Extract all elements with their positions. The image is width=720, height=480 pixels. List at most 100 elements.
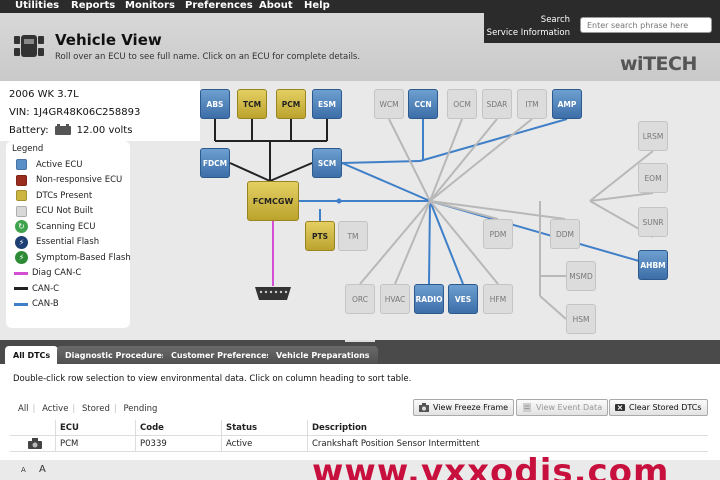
battery-value: 12.00 volts bbox=[76, 125, 133, 136]
tab-customer-preferences[interactable]: Customer Preferences bbox=[163, 346, 280, 364]
filter-separator: | bbox=[72, 404, 76, 414]
legend-item: CAN-C bbox=[12, 281, 124, 297]
ecu-eom[interactable]: EOM bbox=[638, 163, 668, 193]
ecu-abs[interactable]: ABS bbox=[200, 89, 230, 119]
ecu-fdcm[interactable]: FDCM bbox=[200, 148, 230, 178]
flash-icon: ⚡ bbox=[15, 251, 28, 265]
menu-utilities[interactable]: Utilities bbox=[15, 0, 59, 13]
menu-bar: Utilities Reports Monitors Preferences A… bbox=[0, 0, 720, 13]
ecu-hfm[interactable]: HFM bbox=[483, 284, 513, 314]
col-header-icon[interactable] bbox=[10, 420, 56, 435]
can-b-wire bbox=[428, 200, 431, 285]
menu-help[interactable]: Help bbox=[304, 0, 330, 13]
legend-item: CAN-B bbox=[12, 297, 124, 313]
can-b-wire bbox=[429, 200, 464, 285]
col-header-status[interactable]: Status bbox=[222, 420, 308, 435]
flash-icon: ⚡ bbox=[15, 235, 28, 249]
camera-icon bbox=[419, 403, 429, 412]
legend-item: DTCs Present bbox=[12, 188, 124, 204]
ecu-amp[interactable]: AMP bbox=[552, 89, 582, 119]
table-row[interactable]: PCM P0339 Active Crankshaft Position Sen… bbox=[10, 436, 708, 452]
ecu-sdar[interactable]: SDAR bbox=[482, 89, 512, 119]
legend-swatch bbox=[16, 205, 27, 217]
view-freeze-frame-button[interactable]: View Freeze Frame bbox=[413, 399, 515, 416]
col-header-ecu[interactable]: ECU bbox=[56, 420, 136, 435]
col-header-description[interactable]: Description bbox=[308, 420, 708, 435]
not-built-wire bbox=[359, 200, 431, 285]
ecu-sunr[interactable]: SUNR bbox=[638, 207, 668, 237]
menu-preferences[interactable]: Preferences bbox=[185, 0, 253, 13]
search-label: Search bbox=[540, 15, 570, 25]
legend-line-swatch bbox=[14, 302, 28, 306]
cell-ecu: PCM bbox=[56, 436, 136, 451]
tab-vehicle-preparations[interactable]: Vehicle Preparations bbox=[268, 346, 378, 364]
filter-stored[interactable]: Stored bbox=[82, 404, 110, 414]
legend-swatch bbox=[16, 159, 27, 171]
font-increase-button[interactable]: A bbox=[39, 464, 46, 475]
legend-label: Essential Flash bbox=[36, 237, 100, 248]
legend-swatch bbox=[16, 174, 27, 186]
tab-diagnostic-procedures[interactable]: Diagnostic Procedures bbox=[57, 346, 175, 364]
legend-line-swatch bbox=[14, 287, 28, 291]
page-header: Vehicle View Roll over an ECU to see ful… bbox=[0, 13, 720, 81]
menu-about[interactable]: About bbox=[259, 0, 293, 13]
menu-monitors[interactable]: Monitors bbox=[125, 0, 175, 13]
can-c-wire bbox=[269, 162, 313, 182]
tab-all-dtcs[interactable]: All DTCs bbox=[5, 346, 59, 364]
legend-label: Active ECU bbox=[36, 159, 83, 170]
ecu-ccn[interactable]: CCN bbox=[408, 89, 438, 119]
filter-pending[interactable]: Pending bbox=[123, 404, 157, 414]
ecu-hsm[interactable]: HSM bbox=[566, 304, 596, 334]
not-built-wire bbox=[539, 295, 567, 320]
ecu-ahbm[interactable]: AHBM bbox=[638, 250, 668, 280]
filter-separator: | bbox=[113, 404, 117, 414]
font-decrease-button[interactable]: A bbox=[21, 466, 26, 474]
ecu-itm[interactable]: ITM bbox=[517, 89, 547, 119]
legend-title: Legend bbox=[12, 144, 44, 154]
ecu-fcmcgw[interactable]: FCMCGW bbox=[247, 181, 299, 221]
legend-item: Non-responsive ECU bbox=[12, 173, 124, 189]
camera-icon bbox=[27, 438, 42, 449]
ecu-ddm[interactable]: DDM bbox=[550, 219, 580, 249]
ecu-scm[interactable]: SCM bbox=[312, 148, 342, 178]
watermark-text: www.vxxodis.com bbox=[312, 452, 670, 480]
ecu-ves[interactable]: VES bbox=[448, 284, 478, 314]
filter-all[interactable]: All bbox=[18, 404, 29, 414]
ecu-orc[interactable]: ORC bbox=[345, 284, 375, 314]
ecu-lrsm[interactable]: LRSM bbox=[638, 121, 668, 151]
ecu-tcm[interactable]: TCM bbox=[237, 89, 267, 119]
filter-active[interactable]: Active bbox=[42, 404, 68, 414]
ecu-pdm[interactable]: PDM bbox=[483, 219, 513, 249]
legend-item: ⚡ Essential Flash bbox=[12, 235, 124, 251]
legend-label: CAN-C bbox=[32, 283, 60, 294]
clear-stored-dtcs-button[interactable]: Clear Stored DTCs bbox=[609, 399, 708, 416]
menu-reports[interactable]: Reports bbox=[71, 0, 115, 13]
can-b-wire bbox=[341, 162, 431, 202]
ecu-msmd[interactable]: MSMD bbox=[566, 261, 596, 291]
ecu-tm[interactable]: TM bbox=[338, 221, 368, 251]
not-built-wire bbox=[429, 118, 498, 202]
brand-logo: wiTECH bbox=[620, 53, 697, 75]
service-information-link[interactable]: Service Information bbox=[487, 28, 570, 38]
ecu-wcm[interactable]: WCM bbox=[374, 89, 404, 119]
filter-separator: | bbox=[32, 404, 36, 414]
document-icon bbox=[523, 403, 531, 412]
ecu-pcm[interactable]: PCM bbox=[276, 89, 306, 119]
ecu-radio[interactable]: RADIO bbox=[414, 284, 444, 314]
cell-description: Crankshaft Position Sensor Intermittent bbox=[312, 438, 480, 449]
ecu-hvac[interactable]: HVAC bbox=[380, 284, 410, 314]
legend-line-swatch bbox=[14, 271, 28, 275]
obd-connector-icon bbox=[255, 287, 291, 300]
ecu-esm[interactable]: ESM bbox=[312, 89, 342, 119]
not-built-wire bbox=[429, 200, 566, 220]
view-event-data-button[interactable]: View Event Data bbox=[516, 399, 609, 416]
bus-junction bbox=[336, 198, 342, 204]
panel-resize-handle[interactable] bbox=[345, 340, 375, 344]
view-freeze-frame-label: View Freeze Frame bbox=[433, 403, 509, 412]
ecu-pts[interactable]: PTS bbox=[305, 221, 335, 251]
vehicle-icon bbox=[14, 35, 44, 57]
clear-stored-dtcs-label: Clear Stored DTCs bbox=[629, 403, 702, 412]
ecu-ocm[interactable]: OCM bbox=[447, 89, 477, 119]
search-input[interactable] bbox=[580, 17, 712, 33]
col-header-code[interactable]: Code bbox=[136, 420, 222, 435]
